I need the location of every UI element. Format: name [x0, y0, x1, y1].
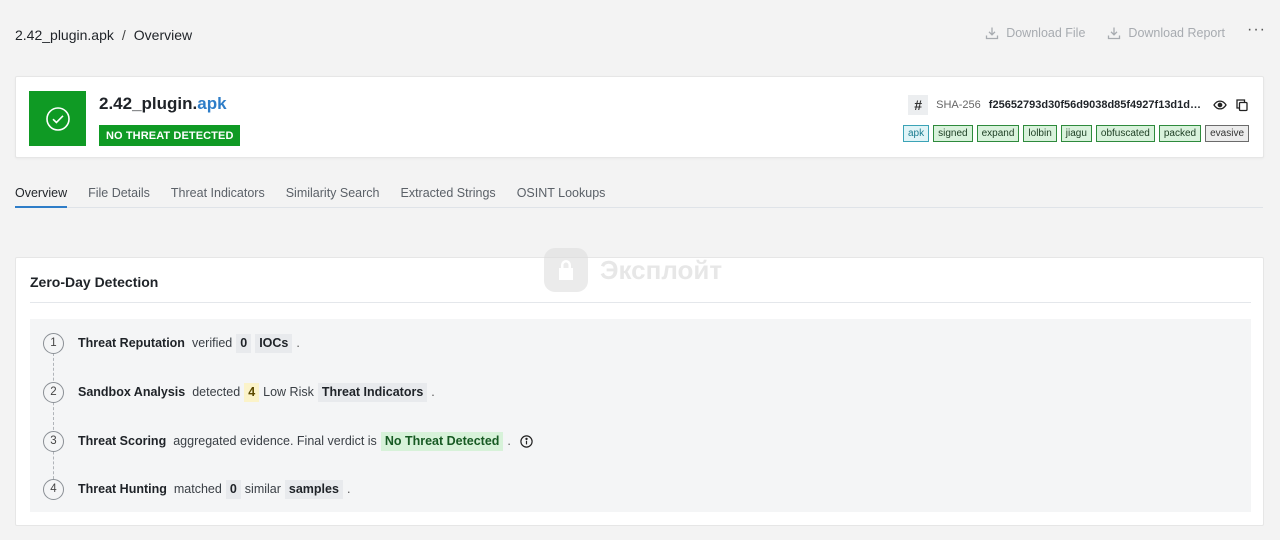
- check-circle-icon: [45, 106, 71, 132]
- file-name-extension: apk: [197, 94, 227, 113]
- step-name: Threat Scoring: [78, 434, 167, 448]
- top-bar: 2.42_plugin.apk / Overview Download File D…: [0, 0, 1280, 72]
- tag-signed[interactable]: signed: [933, 125, 973, 142]
- file-name-base: 2.42_plugin.: [99, 94, 198, 113]
- similar-count-chip[interactable]: 0: [225, 479, 241, 499]
- tab-similarity-search[interactable]: Similarity Search: [286, 186, 380, 208]
- breadcrumb-current: Overview: [133, 27, 193, 43]
- verdict-status-box: [29, 91, 86, 146]
- copy-icon[interactable]: [1235, 98, 1249, 112]
- steps-panel: 1 Threat Reputation verified 0 IOCs . 2 …: [30, 319, 1251, 512]
- tab-bar: Overview File Details Threat Indicators …: [15, 186, 1263, 208]
- tag-expand[interactable]: expand: [976, 125, 1020, 142]
- tag-evasive[interactable]: evasive: [1205, 125, 1249, 142]
- download-icon: [985, 26, 999, 40]
- tag-jiagu[interactable]: jiagu: [1060, 125, 1092, 142]
- hash-icon: #: [908, 95, 929, 115]
- download-report-button[interactable]: Download Report: [1107, 26, 1225, 40]
- download-icon: [1107, 26, 1121, 40]
- divider: [30, 302, 1251, 303]
- zero-day-detection-card: Zero-Day Detection 1 Threat Reputation v…: [15, 257, 1264, 526]
- hash-value[interactable]: f25652793d30f56d9038d85f4927f13d1d…: [989, 99, 1201, 111]
- timeline-connector: [53, 353, 54, 489]
- tab-osint-lookups[interactable]: OSINT Lookups: [517, 186, 606, 208]
- step-name: Threat Hunting: [78, 482, 167, 496]
- step-text: verified: [191, 336, 233, 350]
- tag-obfuscated[interactable]: obfuscated: [1095, 125, 1155, 142]
- watermark: Эксплойт: [544, 248, 722, 292]
- iocs-link[interactable]: IOCs: [255, 333, 293, 353]
- step-text: matched: [173, 482, 222, 496]
- tag-apk[interactable]: apk: [903, 125, 930, 142]
- step-number: 1: [43, 332, 64, 354]
- breadcrumb: 2.42_plugin.apk / Overview: [15, 27, 192, 43]
- step-threat-hunting: 4 Threat Hunting matched 0 similar sampl…: [43, 478, 350, 500]
- step-number: 4: [43, 478, 64, 500]
- hash-row: # SHA-256 f25652793d30f56d9038d85f4927f1…: [908, 95, 1249, 115]
- step-name: Sandbox Analysis: [78, 385, 186, 399]
- zero-day-title: Zero-Day Detection: [30, 274, 159, 290]
- step-number: 3: [43, 430, 64, 452]
- threat-indicators-link[interactable]: Threat Indicators: [317, 382, 428, 402]
- step-period: .: [346, 482, 351, 496]
- ioc-count-chip[interactable]: 0: [236, 333, 252, 353]
- samples-link[interactable]: samples: [284, 479, 343, 499]
- step-name: Threat Reputation: [78, 336, 185, 350]
- step-text: aggregated evidence. Final verdict is: [173, 434, 377, 448]
- download-report-label: Download Report: [1128, 26, 1226, 40]
- tag-packed[interactable]: packed: [1158, 125, 1202, 142]
- tab-overview[interactable]: Overview: [15, 186, 68, 208]
- tab-extracted-strings[interactable]: Extracted Strings: [401, 186, 496, 208]
- watermark-text: Эксплойт: [600, 254, 723, 285]
- final-verdict-chip[interactable]: No Threat Detected: [380, 431, 504, 451]
- eye-icon[interactable]: [1213, 98, 1227, 112]
- step-text: detected: [192, 385, 241, 399]
- tab-threat-indicators[interactable]: Threat Indicators: [171, 186, 265, 208]
- step-text-risk: Low Risk: [263, 385, 314, 399]
- download-file-label: Download File: [1006, 26, 1086, 40]
- file-name-title: 2.42_plugin.apk: [99, 94, 227, 114]
- step-number: 2: [43, 381, 64, 403]
- step-threat-reputation: 1 Threat Reputation verified 0 IOCs .: [43, 332, 300, 354]
- tag-list: apk signed expand lolbin jiagu obfuscate…: [903, 125, 1249, 142]
- file-summary-card: 2.42_plugin.apk NO THREAT DETECTED # SHA…: [15, 76, 1264, 158]
- lock-icon: [544, 248, 588, 292]
- breadcrumb-file[interactable]: 2.42_plugin.apk: [15, 27, 114, 43]
- indicator-count-chip[interactable]: 4: [244, 382, 260, 402]
- verdict-badge: NO THREAT DETECTED: [99, 125, 241, 146]
- download-file-button[interactable]: Download File: [985, 26, 1085, 40]
- hash-algorithm: SHA-256: [936, 99, 981, 111]
- more-options-icon[interactable]: ···: [1247, 22, 1266, 38]
- breadcrumb-separator: /: [121, 27, 126, 43]
- step-threat-scoring: 3 Threat Scoring aggregated evidence. Fi…: [43, 430, 533, 452]
- info-icon[interactable]: [520, 434, 533, 448]
- step-period: .: [431, 385, 435, 399]
- tag-lolbin[interactable]: lolbin: [1023, 125, 1057, 142]
- step-period: .: [296, 336, 300, 350]
- step-text-similar: similar: [244, 482, 281, 496]
- step-sandbox-analysis: 2 Sandbox Analysis detected 4 Low Risk T…: [43, 381, 435, 403]
- step-period: .: [507, 434, 511, 448]
- tab-file-details[interactable]: File Details: [88, 186, 150, 208]
- header-actions: Download File Download Report ···: [985, 22, 1266, 40]
